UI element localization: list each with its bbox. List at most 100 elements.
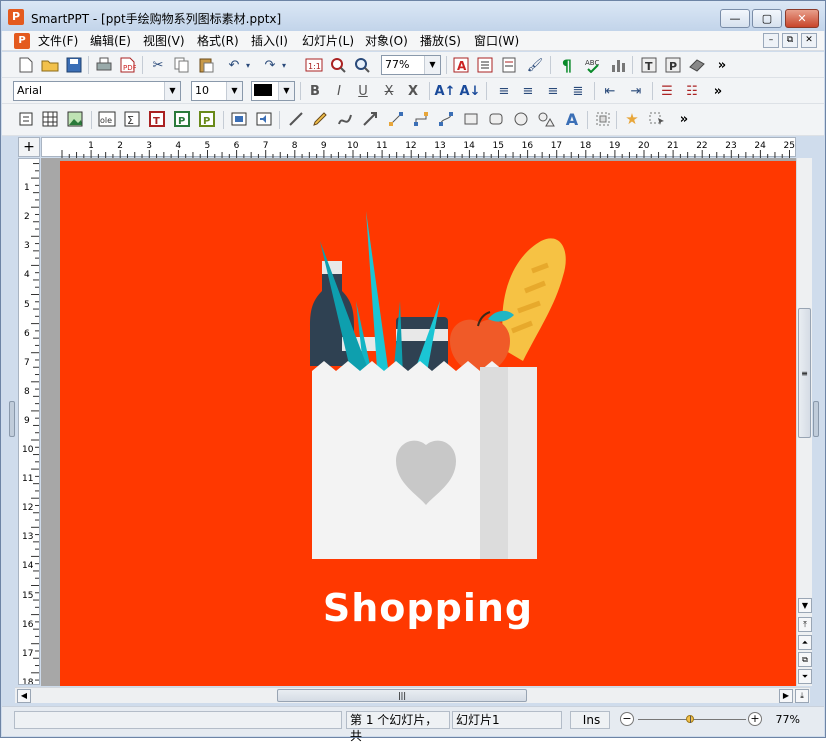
chevron-down-icon[interactable]: ▼: [424, 56, 440, 74]
zoom-fit-icon[interactable]: [328, 55, 348, 75]
rectangle-icon[interactable]: [461, 109, 481, 129]
numbered-list-icon[interactable]: ☷: [682, 81, 702, 101]
chevron-down-icon[interactable]: ▼: [226, 82, 242, 100]
undo-dropdown-icon[interactable]: ▾: [242, 55, 254, 75]
first-slide-icon[interactable]: ⤒: [798, 617, 812, 632]
paste-icon[interactable]: [196, 55, 216, 75]
zoom-out-icon[interactable]: −: [620, 712, 634, 726]
font-size-select[interactable]: 10 ▼: [191, 81, 243, 101]
template-p-icon[interactable]: P: [663, 55, 683, 75]
italic-icon[interactable]: I: [329, 81, 349, 101]
star-icon[interactable]: ★: [622, 109, 642, 129]
group-icon[interactable]: [593, 109, 613, 129]
vertical-ruler[interactable]: 1 2 3 4 5 6 7 8 9 10 11 12 13 14 15 16 17 18: [18, 158, 40, 685]
table-icon[interactable]: [40, 109, 60, 129]
picture-placeholder-icon[interactable]: P: [197, 109, 217, 129]
align-right-icon[interactable]: ≡: [543, 81, 563, 101]
actual-size-icon[interactable]: 1:1: [304, 55, 324, 75]
text-box-icon[interactable]: [16, 109, 36, 129]
menu-file[interactable]: 文件(F): [38, 33, 78, 49]
spell-check-icon[interactable]: ABC: [584, 55, 604, 75]
sound-icon[interactable]: [254, 109, 274, 129]
ellipse-icon[interactable]: [511, 109, 531, 129]
menu-format[interactable]: 格式(R): [197, 33, 239, 49]
vertical-scroll-thumb[interactable]: ≡: [798, 308, 811, 438]
slide-layout-icon[interactable]: [475, 55, 495, 75]
curve-icon[interactable]: [335, 109, 355, 129]
redo-icon[interactable]: ↷: [260, 55, 280, 75]
slide-view-icon[interactable]: ⧉: [798, 652, 812, 667]
menu-slide[interactable]: 幻灯片(L): [302, 33, 354, 49]
left-panel-toggle[interactable]: [9, 401, 15, 437]
shrink-font-icon[interactable]: A↓: [460, 81, 481, 101]
menu-edit[interactable]: 编辑(E): [90, 33, 131, 49]
chevron-down-icon[interactable]: ▼: [164, 82, 180, 100]
redo-dropdown-icon[interactable]: ▾: [278, 55, 290, 75]
toolbar-overflow-icon[interactable]: »: [708, 81, 728, 101]
increase-indent-icon[interactable]: ⇥: [626, 81, 646, 101]
mdi-close-button[interactable]: ✕: [801, 33, 817, 48]
slide[interactable]: Shopping: [60, 161, 796, 686]
copy-icon[interactable]: [172, 55, 192, 75]
strikethrough-icon[interactable]: X: [379, 81, 399, 101]
print-icon[interactable]: [94, 55, 114, 75]
connector-icon[interactable]: [386, 109, 406, 129]
format-painter-icon[interactable]: 🖌: [525, 55, 545, 75]
double-strikethrough-icon[interactable]: X: [403, 81, 423, 101]
movie-icon[interactable]: [229, 109, 249, 129]
placeholder-icon[interactable]: P: [172, 109, 192, 129]
new-file-icon[interactable]: [16, 55, 36, 75]
chart-icon[interactable]: [608, 55, 628, 75]
document-icon[interactable]: P: [14, 33, 30, 49]
restore-button[interactable]: ▢: [752, 9, 782, 28]
right-panel-toggle[interactable]: [813, 401, 819, 437]
ruler-corner[interactable]: +: [18, 137, 40, 157]
eraser-icon[interactable]: [687, 55, 707, 75]
export-pdf-icon[interactable]: PDF: [118, 55, 138, 75]
shopping-bag-illustration[interactable]: [60, 161, 796, 581]
menu-view[interactable]: 视图(V): [143, 33, 185, 49]
justify-icon[interactable]: ≣: [568, 81, 588, 101]
menu-window[interactable]: 窗口(W): [474, 33, 519, 49]
pen-icon[interactable]: [310, 109, 330, 129]
minimize-button[interactable]: —: [720, 9, 750, 28]
toolbar-overflow-icon[interactable]: »: [712, 55, 732, 75]
align-center-icon[interactable]: ≡: [518, 81, 538, 101]
zoom-in-icon[interactable]: +: [748, 712, 762, 726]
mdi-minimize-button[interactable]: –: [763, 33, 779, 48]
last-slide-icon[interactable]: ⤓: [795, 689, 809, 703]
curved-connector-icon[interactable]: [436, 109, 456, 129]
chevron-down-icon[interactable]: ▼: [278, 82, 294, 100]
vertical-scrollbar[interactable]: ≡ ▼ ⤒ ⏶ ⧉ ⏷: [796, 158, 812, 686]
grow-font-icon[interactable]: A↑: [435, 81, 456, 101]
text-frame-icon[interactable]: T: [147, 109, 167, 129]
cut-icon[interactable]: ✂: [148, 55, 168, 75]
scroll-right-arrow-icon[interactable]: ▶: [779, 689, 793, 703]
horizontal-scrollbar[interactable]: ◀ ||| ▶ ⤓: [15, 687, 810, 703]
previous-slide-icon[interactable]: ⏶: [798, 635, 812, 650]
align-left-icon[interactable]: ≡: [494, 81, 514, 101]
zoom-icon[interactable]: [352, 55, 372, 75]
menu-object[interactable]: 对象(O): [365, 33, 408, 49]
zoom-slider[interactable]: [638, 715, 746, 723]
scroll-left-arrow-icon[interactable]: ◀: [17, 689, 31, 703]
rounded-rectangle-icon[interactable]: [486, 109, 506, 129]
shapes-icon[interactable]: [536, 109, 556, 129]
undo-icon[interactable]: ↶: [224, 55, 244, 75]
mdi-restore-button[interactable]: ⧉: [782, 33, 798, 48]
horizontal-ruler[interactable]: 1 2 3 4 5 6 7 8 9 10 11 12 13 14 15 16 17 18 19 20 21 22 23 24 2…: [41, 137, 796, 158]
smartppt-app-icon[interactable]: P: [8, 9, 24, 25]
save-icon[interactable]: [64, 55, 84, 75]
font-color-select[interactable]: ▼: [251, 81, 295, 101]
zoom-select[interactable]: 77% ▼: [381, 55, 441, 75]
notes-icon[interactable]: [499, 55, 519, 75]
close-button[interactable]: ✕: [785, 9, 819, 28]
slide-title[interactable]: Shopping: [60, 586, 796, 630]
open-folder-icon[interactable]: [40, 55, 60, 75]
select-object-icon[interactable]: [647, 109, 667, 129]
wordart-icon[interactable]: A: [562, 109, 582, 129]
elbow-connector-icon[interactable]: [411, 109, 431, 129]
paragraph-mark-icon[interactable]: ¶: [557, 55, 577, 75]
text-color-icon[interactable]: A: [451, 55, 471, 75]
template-t-icon[interactable]: T: [639, 55, 659, 75]
